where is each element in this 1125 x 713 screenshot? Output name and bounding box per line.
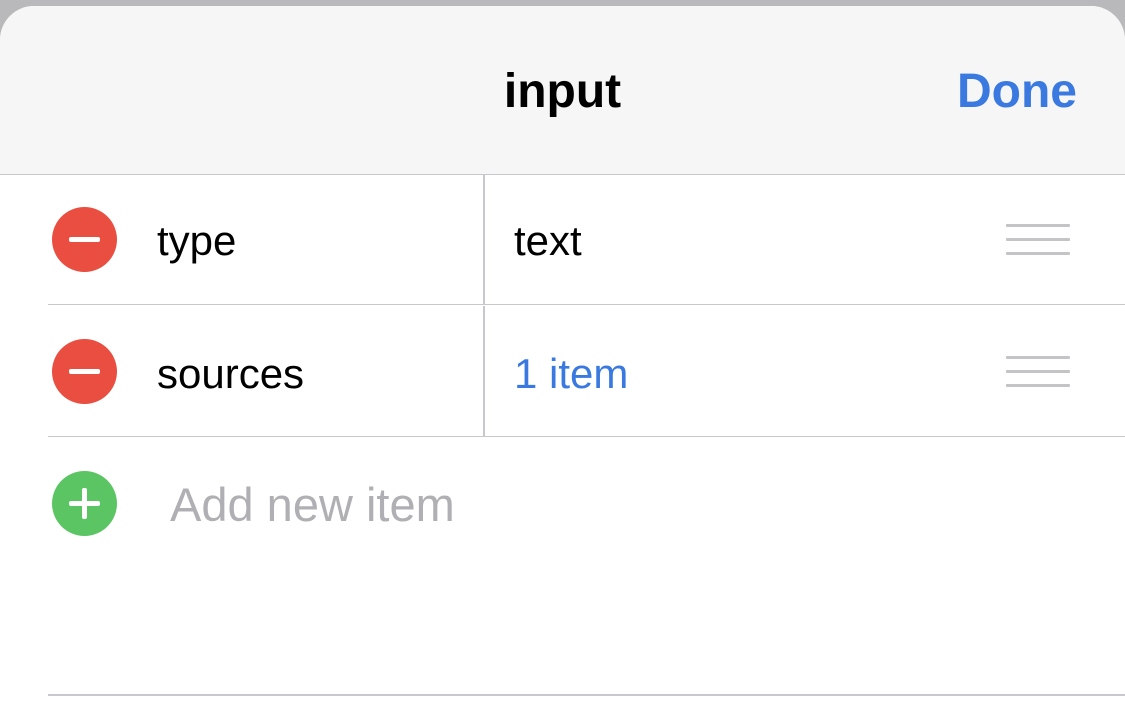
navigation-bar: input Done <box>0 6 1125 175</box>
drag-handle-icon[interactable] <box>1006 356 1070 388</box>
minus-circle-icon <box>69 369 100 374</box>
minus-circle-icon <box>69 237 100 242</box>
item-value-link[interactable]: 1 item <box>514 349 628 399</box>
list-item-type: type text <box>0 174 1125 305</box>
bottom-separator <box>48 694 1125 696</box>
remove-item-button[interactable] <box>52 207 117 272</box>
done-button[interactable]: Done <box>957 62 1077 122</box>
column-divider <box>483 306 485 437</box>
drag-handle-icon[interactable] <box>1006 224 1070 256</box>
column-divider <box>483 174 485 305</box>
add-new-item-placeholder[interactable]: Add new item <box>170 477 455 533</box>
dictionary-editor-sheet: input Done type text sources 1 item Add … <box>0 6 1125 713</box>
add-item-row[interactable]: Add new item <box>0 438 1125 569</box>
row-separator <box>48 435 1125 437</box>
item-key[interactable]: sources <box>157 349 304 399</box>
row-separator <box>48 303 1125 305</box>
item-key[interactable]: type <box>157 216 236 266</box>
add-item-button[interactable] <box>52 471 117 536</box>
remove-item-button[interactable] <box>52 339 117 404</box>
item-value[interactable]: text <box>514 216 582 266</box>
list-item-sources: sources 1 item <box>0 306 1125 437</box>
